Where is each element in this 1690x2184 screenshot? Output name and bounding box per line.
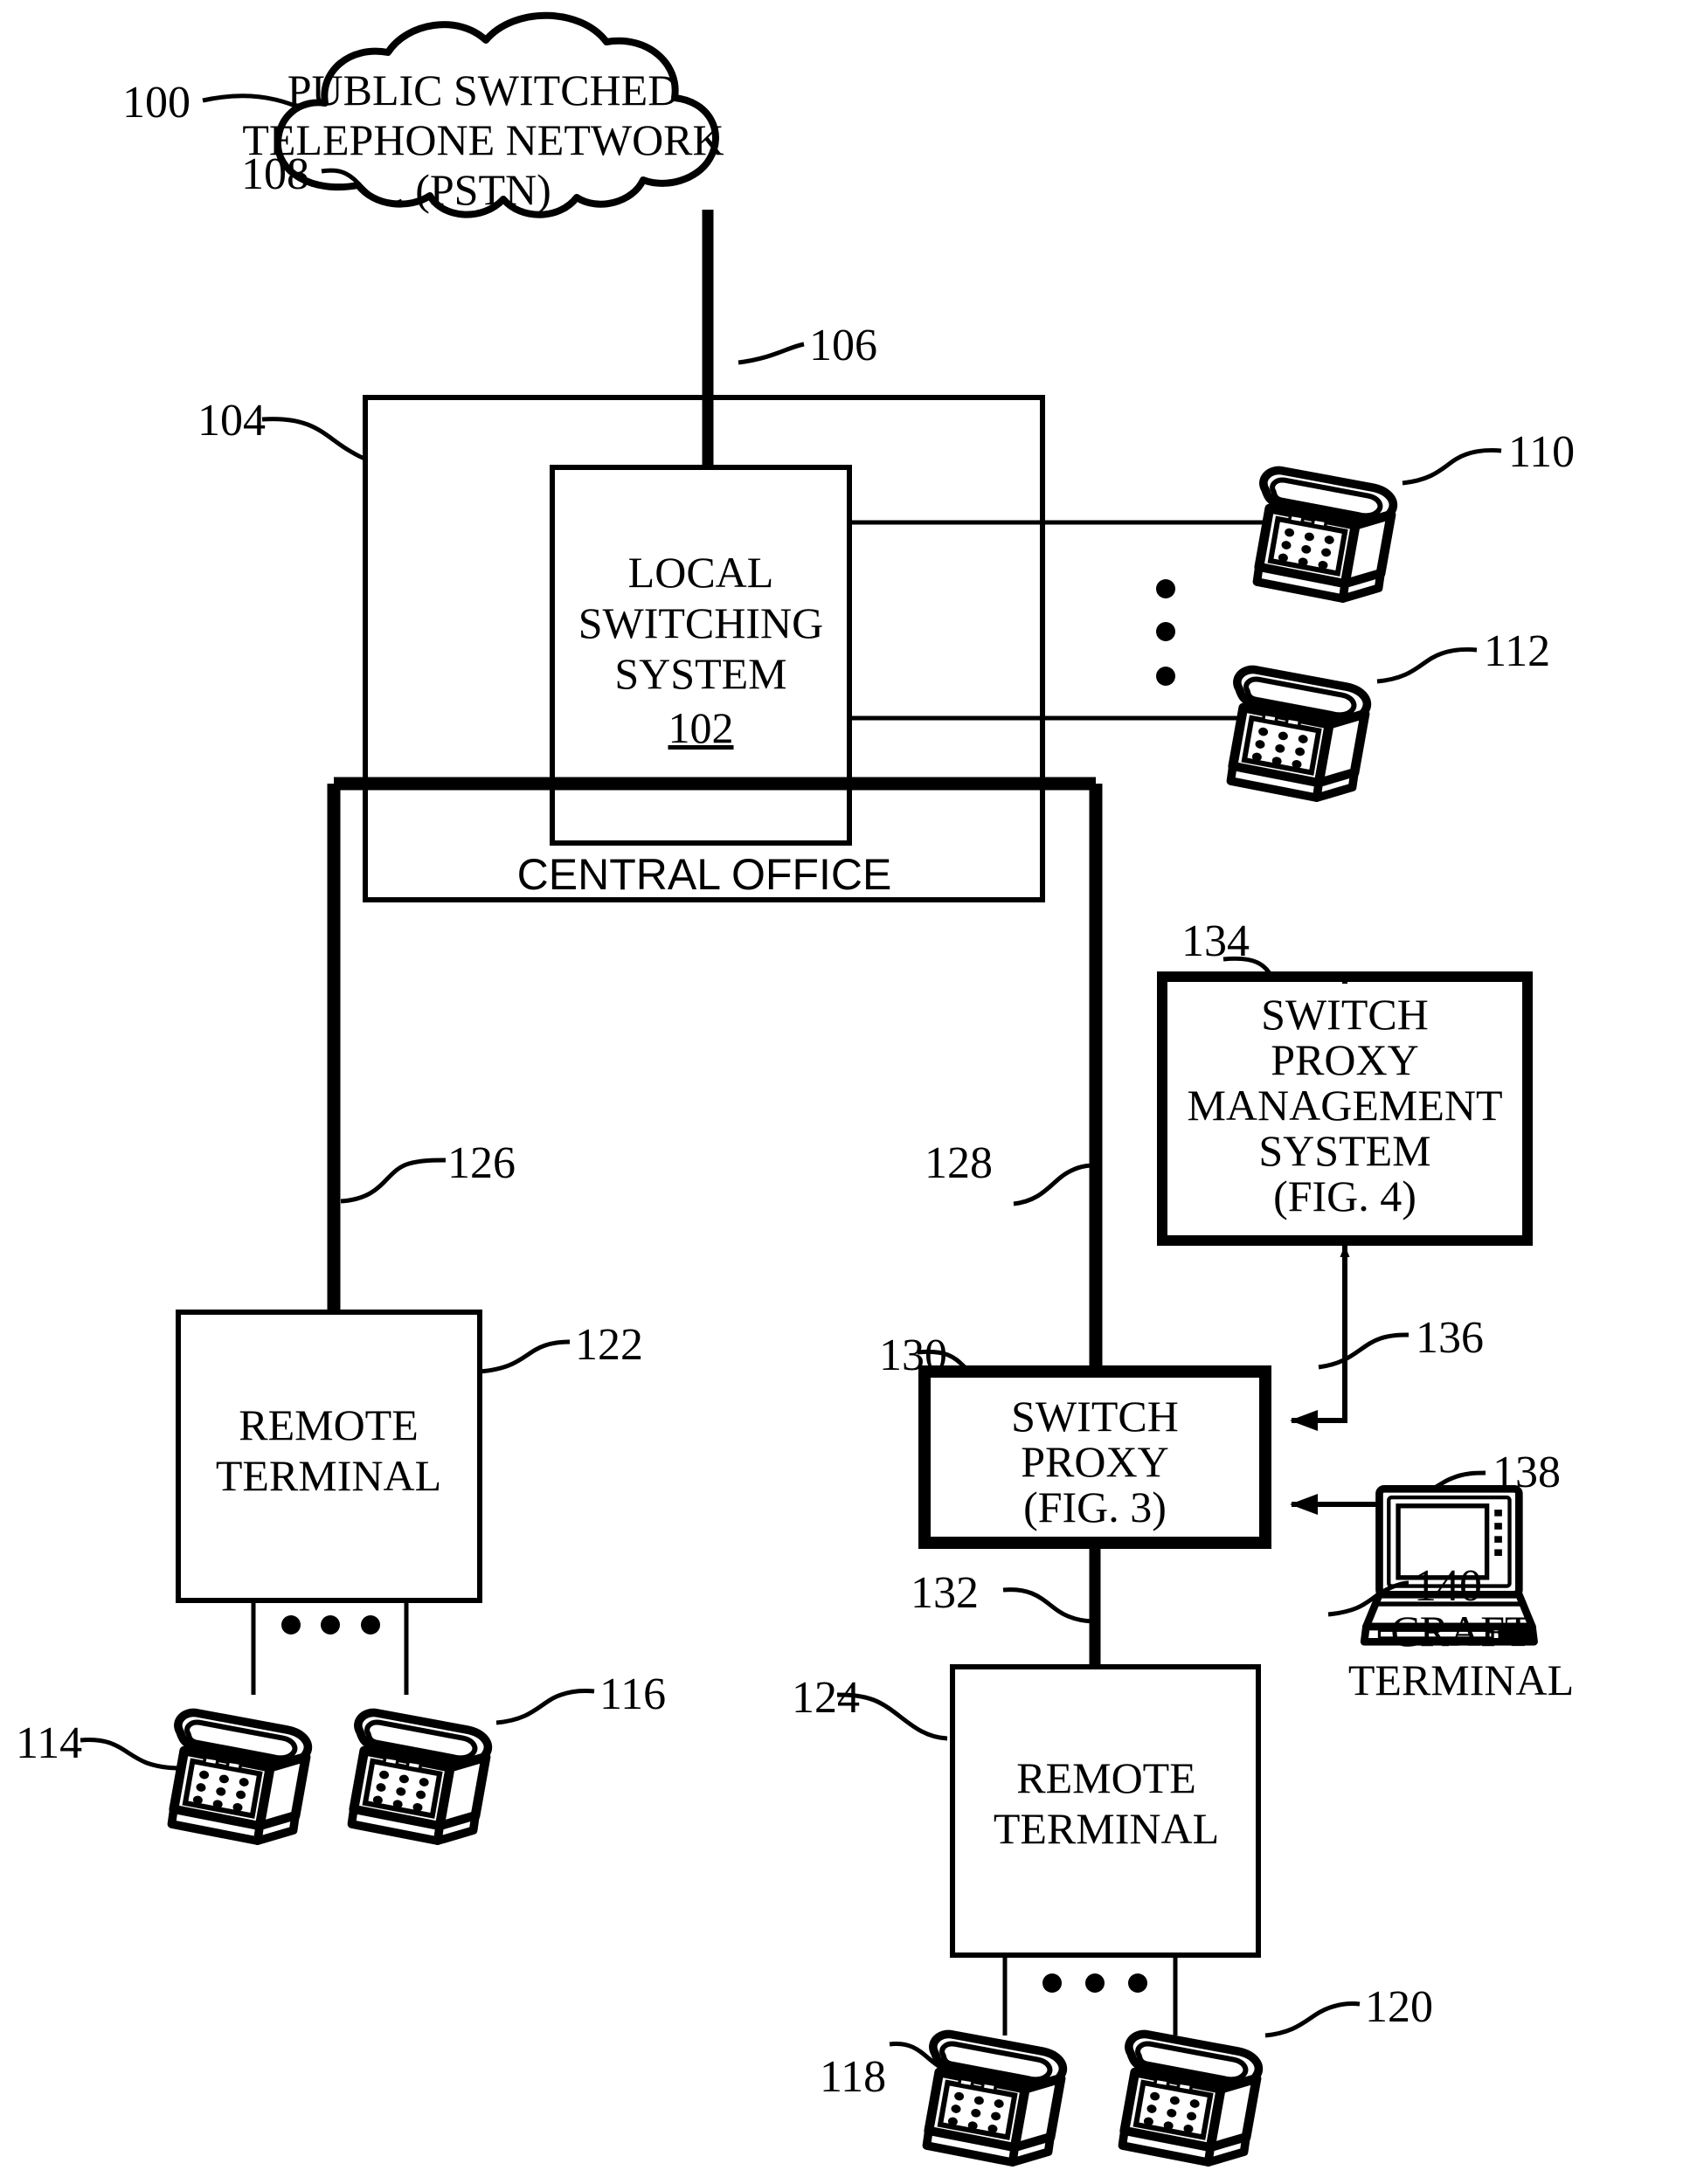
vertical-ellipsis-dots [1156, 579, 1175, 686]
telephone-114 [80, 1712, 308, 1841]
ref-108: 108 [241, 149, 309, 199]
switch-proxy-line-2: PROXY [1021, 1437, 1168, 1486]
ref-114: 114 [16, 1718, 82, 1768]
ref-106: 106 [809, 321, 877, 370]
ref-128: 128 [925, 1138, 993, 1188]
lss-line-2: SWITCHING [578, 598, 824, 647]
telephone-120 [1122, 2001, 1361, 2162]
horizontal-ellipsis-dots-left [281, 1615, 380, 1635]
subscriber-lines [849, 520, 1271, 721]
remote-terminal-bottom-box: REMOTE TERMINAL [836, 1664, 1261, 2035]
remote-terminal-left-box: REMOTE TERMINAL [176, 1310, 571, 1695]
spms-line-4: SYSTEM [1258, 1126, 1430, 1175]
pstn-line-3: (PSTN) [415, 165, 551, 214]
ref-118: 118 [820, 2052, 886, 2102]
telephone-118 [889, 2034, 1063, 2162]
switch-proxy-box: SWITCH PROXY (FIG. 3) [917, 1349, 1271, 1549]
lss-ref-102: 102 [668, 703, 734, 752]
pstn-line-2: TELEPHONE NETWORK [242, 115, 724, 164]
rt-bottom-line-2: TERMINAL [994, 1804, 1219, 1853]
telephone-116 [351, 1689, 595, 1841]
spms-line-3: MANAGEMENT [1187, 1081, 1502, 1130]
link-106 [702, 210, 805, 467]
telephone-110 [1257, 448, 1502, 598]
central-office-label: CENTRAL OFFICE [517, 850, 892, 899]
craft-terminal-line-1: CRAFT [1390, 1607, 1531, 1655]
spms-line-2: PROXY [1271, 1035, 1418, 1084]
rt-left-line-2: TERMINAL [216, 1451, 441, 1500]
link-132 [1002, 1543, 1101, 1667]
ref-134: 134 [1181, 916, 1250, 966]
ref-120: 120 [1365, 1982, 1433, 2032]
ref-138: 138 [1493, 1448, 1561, 1497]
horizontal-ellipsis-dots-bottom [1042, 1973, 1147, 1993]
ref-116: 116 [599, 1669, 666, 1719]
ref-124: 124 [792, 1673, 860, 1723]
spms-line-1: SWITCH [1261, 990, 1429, 1039]
lss-line-1: LOCAL [628, 548, 774, 597]
telephone-112 [1230, 647, 1478, 798]
ref-136: 136 [1416, 1313, 1484, 1363]
ref-100: 100 [122, 78, 190, 128]
patent-figure-canvas: PUBLIC SWITCHED TELEPHONE NETWORK (PSTN)… [0, 0, 1690, 2184]
pstn-cloud: PUBLIC SWITCHED TELEPHONE NETWORK (PSTN) [242, 11, 724, 218]
craft-terminal-line-2: TERMINAL [1348, 1655, 1574, 1704]
ref-110: 110 [1508, 427, 1575, 477]
switch-proxy-line-3: (FIG. 3) [1023, 1482, 1167, 1531]
rt-left-line-1: REMOTE [239, 1400, 419, 1449]
rt-bottom-line-1: REMOTE [1016, 1753, 1196, 1802]
ref-122: 122 [575, 1320, 643, 1370]
ref-104: 104 [197, 396, 266, 446]
pstn-line-1: PUBLIC SWITCHED [287, 66, 680, 114]
leader-126 [340, 1158, 447, 1204]
ref-140: 140 [1414, 1561, 1482, 1611]
ref-130: 130 [879, 1330, 947, 1380]
ref-126: 126 [447, 1138, 516, 1188]
switch-proxy-management-system-box: SWITCH PROXY MANAGEMENT SYSTEM (FIG. 4) [1157, 956, 1533, 1246]
lss-line-3: SYSTEM [614, 649, 786, 698]
ref-132: 132 [911, 1568, 979, 1618]
switch-proxy-line-1: SWITCH [1011, 1392, 1179, 1441]
leader-128 [1013, 1163, 1097, 1206]
spms-line-5: (FIG. 4) [1273, 1171, 1416, 1220]
ref-112: 112 [1484, 626, 1550, 676]
